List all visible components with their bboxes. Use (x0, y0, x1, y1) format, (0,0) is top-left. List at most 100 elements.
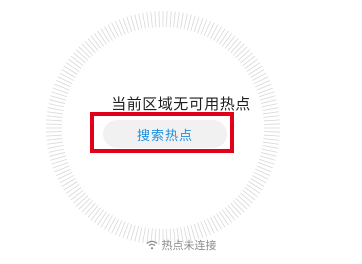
dial-tick (78, 46, 91, 59)
dial-tick (250, 69, 265, 78)
dial-tick (263, 131, 280, 133)
dial-tick (47, 141, 64, 145)
dial-tick (93, 209, 104, 223)
dial-tick (100, 28, 110, 43)
dial-tick (224, 35, 236, 49)
dial-tick (213, 26, 222, 41)
dial-tick (150, 11, 153, 28)
dial-tick (260, 152, 277, 157)
dial-tick (61, 178, 76, 187)
dial-tick (111, 22, 120, 38)
dial-tick (251, 175, 267, 184)
hotspot-screen: 当前区域无可用热点 搜索热点 热点未连接 (0, 0, 362, 264)
dial-tick (210, 24, 219, 40)
dial-tick (100, 213, 110, 228)
dial-tick (242, 55, 256, 67)
dial-tick (47, 145, 64, 149)
dial-tick (224, 207, 236, 221)
dial-tick (90, 207, 102, 221)
dial-tick (263, 115, 280, 118)
dial-tick (107, 216, 116, 232)
dial-tick (59, 175, 75, 184)
dial-tick (93, 33, 104, 47)
dial-tick (59, 72, 75, 81)
dial-tick (158, 11, 160, 28)
dial-tick (246, 62, 261, 72)
dial-tick (227, 205, 239, 218)
dial-tick (70, 189, 84, 201)
dial-tick (70, 55, 84, 67)
dial-tick (232, 200, 245, 213)
dial-tick (206, 218, 215, 234)
dial-tick (111, 218, 120, 234)
dial-tick (65, 62, 80, 72)
dial-tick (173, 11, 176, 28)
dial-tick (166, 11, 168, 28)
dial-tick (142, 12, 146, 29)
dial-tick (244, 187, 258, 198)
dial-tick (235, 46, 248, 59)
search-hotspot-button-label: 搜索热点 (136, 128, 193, 144)
dial-tick (134, 14, 139, 31)
dial-tick (81, 43, 94, 56)
dial-tick (222, 33, 233, 47)
dial-tick (237, 49, 251, 61)
dial-tick (261, 148, 278, 153)
wifi-icon (146, 240, 158, 250)
dial-tick (84, 40, 96, 54)
dial-tick (246, 184, 261, 194)
dial-tick (65, 184, 80, 194)
dial-tick (57, 76, 73, 85)
dial-tick (104, 26, 113, 41)
dial-tick (242, 189, 256, 201)
search-hotspot-button[interactable]: 搜索热点 (103, 120, 227, 148)
dial-tick (210, 216, 219, 232)
dial-tick (97, 30, 107, 45)
dial-tick (46, 134, 63, 137)
dial-tick (46, 131, 63, 133)
dial-tick (237, 195, 251, 207)
dial-tick (84, 202, 96, 216)
dial-tick (251, 72, 267, 81)
dial-tick (244, 58, 258, 69)
dial-tick (63, 65, 78, 75)
dial-tick (206, 22, 215, 38)
dial-tick (187, 14, 192, 31)
dial-tick (154, 11, 157, 28)
dial-tick (250, 178, 265, 187)
dial-tick (176, 12, 180, 29)
dial-tick (130, 15, 136, 32)
dial-tick (230, 40, 242, 54)
dial-tick (63, 181, 78, 191)
dial-tick (146, 12, 150, 29)
dial-tick (81, 200, 94, 213)
dial-tick (263, 119, 280, 122)
dial-tick (87, 205, 99, 218)
dial-tick (107, 24, 116, 40)
dial-tick (50, 155, 67, 161)
dial-tick (259, 155, 276, 161)
dial-tick (57, 171, 73, 180)
dial-tick (213, 215, 222, 230)
connection-status-text: 热点未连接 (161, 239, 217, 252)
dial-tick (232, 43, 245, 56)
dial-tick (61, 69, 76, 78)
dial-tick (219, 30, 229, 45)
dial-tick (169, 11, 172, 28)
dial-tick (48, 148, 65, 153)
dial-tick (73, 52, 86, 64)
dial-tick (262, 141, 279, 145)
dial-tick (68, 187, 82, 198)
dial-tick (75, 195, 89, 207)
dial-tick (227, 38, 239, 51)
dial-tick (248, 65, 263, 75)
connection-status: 热点未连接 (0, 237, 362, 253)
dial-tick (190, 15, 196, 32)
no-hotspot-message: 当前区域无可用热点 (111, 95, 251, 113)
dial-tick (90, 35, 102, 49)
dial-tick (222, 209, 233, 223)
dial-tick (73, 192, 86, 204)
dial-tick (263, 134, 280, 137)
dial-tick (262, 145, 279, 149)
dial-tick (263, 138, 280, 141)
